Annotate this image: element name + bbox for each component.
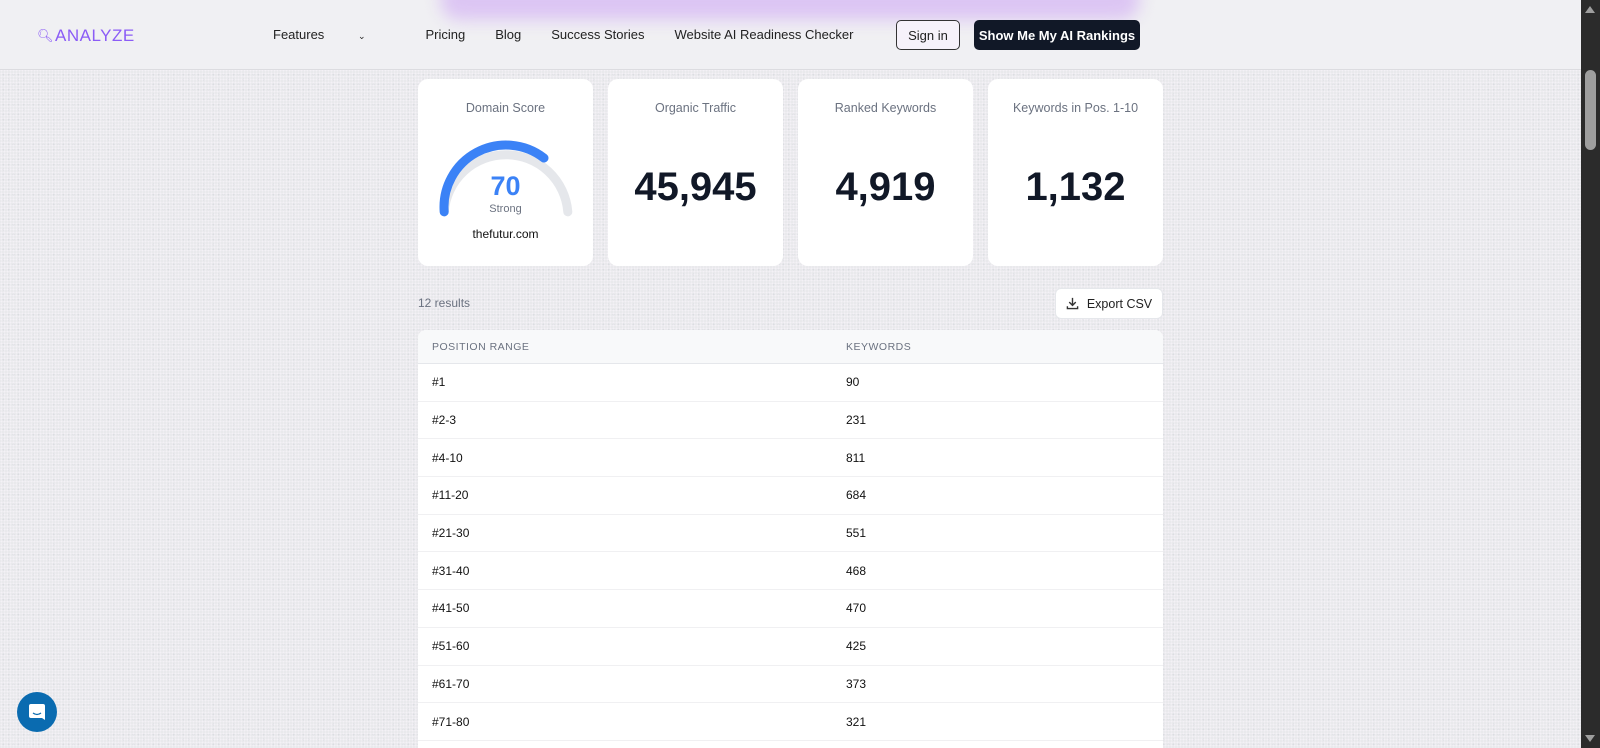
- position-range-cell: #4-10: [432, 450, 463, 465]
- keywords-cell: 551: [846, 526, 867, 541]
- logo-magnifier-icon: 🔍︎: [37, 28, 55, 43]
- keywords-cell: 321: [846, 714, 867, 729]
- keywords-cell: 811: [846, 450, 866, 465]
- domain-score-card: Domain Score 70 Strong thefutur.com: [418, 79, 593, 266]
- results-count: 12 results: [418, 296, 471, 310]
- decorative-gradient: [440, 0, 1140, 20]
- chat-icon: [29, 704, 45, 720]
- scroll-up-arrow-icon[interactable]: [1585, 6, 1595, 13]
- table-row: #41-50 470: [418, 590, 1163, 628]
- scroll-down-arrow-icon[interactable]: [1585, 735, 1595, 742]
- card-label: Ranked Keywords: [834, 101, 937, 115]
- scrollbar[interactable]: [1581, 0, 1600, 748]
- top-nav: 🔍︎ ANALYZE Features ⌄ Pricing Blog Succes…: [0, 0, 1581, 70]
- nav-pricing[interactable]: Pricing: [425, 27, 465, 42]
- show-ai-rankings-button[interactable]: Show Me My AI Rankings: [974, 20, 1140, 50]
- keywords-cell: 425: [846, 639, 867, 654]
- column-header-keywords[interactable]: KEYWORDS: [846, 341, 911, 353]
- sign-in-button[interactable]: Sign in: [896, 20, 960, 50]
- nav-label: Features: [273, 27, 325, 42]
- position-range-cell: #71-80: [432, 714, 470, 729]
- organic-traffic-card: Organic Traffic 45,945: [608, 79, 783, 266]
- download-icon: [1066, 297, 1079, 310]
- chat-widget-button[interactable]: [17, 692, 57, 732]
- column-header-position-range[interactable]: POSITION RANGE: [418, 341, 846, 353]
- table-row: #1 90: [418, 364, 1163, 402]
- position-range-table: POSITION RANGE KEYWORDS #1 90 #2-3 231 #4-10…: [418, 330, 1163, 748]
- card-label: Organic Traffic: [654, 101, 737, 115]
- position-range-cell: #2-3: [432, 413, 457, 428]
- keywords-cell: 684: [846, 488, 867, 503]
- nav-blog[interactable]: Blog: [495, 27, 521, 42]
- card-value: 4,919: [835, 165, 936, 209]
- position-range-cell: #51-60: [432, 639, 470, 654]
- nav-features[interactable]: Features ⌄: [273, 27, 395, 42]
- keywords-cell: 373: [846, 676, 867, 691]
- card-label: Keywords in Pos. 1-10: [1012, 101, 1139, 115]
- table-row: #11-20 684: [418, 477, 1163, 515]
- domain-name: thefutur.com: [472, 227, 539, 241]
- table-row: #21-30 551: [418, 515, 1163, 553]
- position-range-cell: #31-40: [432, 563, 470, 578]
- keywords-cell: 468: [846, 563, 867, 578]
- table-header: POSITION RANGE KEYWORDS: [418, 330, 1163, 364]
- export-csv-button[interactable]: Export CSV: [1055, 288, 1163, 319]
- nav-success-stories[interactable]: Success Stories: [551, 27, 644, 42]
- position-range-cell: #11-20: [432, 488, 469, 503]
- logo[interactable]: 🔍︎ ANALYZE: [37, 26, 135, 46]
- nav-ai-readiness-checker[interactable]: Website AI Readiness Checker: [674, 27, 853, 42]
- position-range-cell: #41-50: [432, 601, 470, 616]
- top10-keywords-card: Keywords in Pos. 1-10 1,132: [988, 79, 1163, 266]
- chevron-down-icon: ⌄: [357, 31, 366, 41]
- keywords-cell: 90: [846, 375, 860, 390]
- position-range-cell: #21-30: [432, 526, 470, 541]
- scrollbar-thumb[interactable]: [1585, 70, 1596, 150]
- table-row: #31-40 468: [418, 552, 1163, 591]
- card-label: Domain Score: [465, 101, 546, 115]
- card-value: 1,132: [1025, 165, 1126, 209]
- keywords-cell: 231: [846, 413, 867, 428]
- table-row: #4-10 811: [418, 439, 1163, 478]
- card-value: 45,945: [634, 165, 757, 209]
- logo-text: ANALYZE: [55, 26, 135, 45]
- table-row: #71-80 321: [418, 703, 1163, 741]
- table-row: #51-60 425: [418, 628, 1163, 666]
- keywords-cell: 470: [846, 601, 867, 616]
- ranked-keywords-card: Ranked Keywords 4,919: [798, 79, 973, 266]
- position-range-cell: #61-70: [432, 676, 470, 691]
- table-row: #2-3 231: [418, 402, 1163, 440]
- domain-score-value: 70: [490, 171, 521, 201]
- position-range-cell: #1: [432, 375, 446, 390]
- table-row: #61-70 373: [418, 666, 1163, 704]
- domain-score-status: Strong: [489, 203, 522, 215]
- export-label: Export CSV: [1086, 296, 1153, 311]
